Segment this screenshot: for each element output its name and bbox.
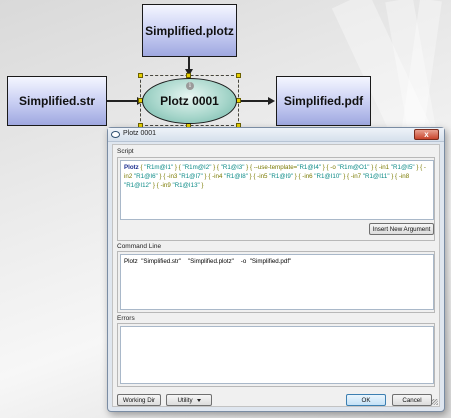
script-token: "R1@I12" — [124, 182, 152, 189]
node-simplified-pdf[interactable]: Simplified.pdf — [276, 76, 371, 126]
node-label: Plotz 0001 — [160, 94, 219, 108]
errors-field[interactable] — [120, 326, 434, 384]
script-token: "R1@I7" — [179, 173, 203, 180]
edge-left-to-center — [107, 100, 139, 102]
script-token: } — [199, 182, 204, 189]
resize-handle[interactable] — [236, 73, 241, 78]
dialog-client: Script Plotz { "R1m@I1" } { "R1m@I2" } {… — [112, 144, 440, 407]
script-token: } { -o — [321, 164, 338, 171]
resize-handle[interactable] — [138, 73, 143, 78]
script-token: "R1@I13" — [172, 182, 200, 189]
node-label: Simplified.plotz — [145, 23, 234, 38]
dialog-titlebar[interactable]: Plotz 0001 x — [108, 128, 444, 142]
working-dir-button[interactable]: Working Dir — [117, 394, 161, 406]
script-token: Plotz — [124, 164, 139, 171]
eye-icon — [111, 131, 120, 138]
script-token: "R1@I5" — [390, 164, 415, 171]
script-token: } { — [211, 164, 221, 171]
node-simplified-plotz[interactable]: Simplified.plotz — [142, 4, 237, 57]
script-token: "R1@I4" — [297, 164, 321, 171]
command-line-label: Command Line — [117, 243, 162, 250]
utility-dropdown[interactable]: Utility — [166, 394, 212, 406]
script-token: "R1@I6" — [133, 173, 158, 180]
script-token: } { --use-template= — [244, 164, 298, 171]
script-token: } { -in7 — [341, 173, 363, 180]
script-token: } { -in8 — [389, 173, 410, 180]
cancel-label: Cancel — [402, 396, 422, 404]
script-label: Script — [117, 148, 134, 155]
plotz-dialog: Plotz 0001 x Script Plotz { "R1m@I1" } {… — [107, 127, 445, 412]
script-token: "R1m@I2" — [182, 164, 212, 171]
utility-label: Utility — [177, 396, 193, 404]
working-dir-label: Working Dir — [122, 396, 156, 404]
script-token: "R1m@I1" — [144, 164, 174, 171]
script-token: "R1@I11" — [362, 173, 390, 180]
chevron-down-icon — [196, 398, 201, 402]
dialog-title: Plotz 0001 — [123, 130, 157, 137]
script-token: } { -in5 — [247, 173, 270, 180]
script-token: "R1@I3" — [220, 164, 245, 171]
script-token: "R1m@O1" — [337, 164, 370, 171]
ok-button[interactable]: OK — [346, 394, 386, 406]
script-token: "R1@I10" — [314, 173, 342, 180]
script-token: } { -in3 — [157, 173, 180, 180]
script-token: } { — [173, 164, 183, 171]
script-token: } { -in1 — [369, 164, 391, 171]
edge-center-to-right — [236, 100, 270, 102]
close-button[interactable]: x — [414, 129, 439, 140]
script-token: "R1@I9" — [269, 173, 293, 180]
script-editor[interactable]: Plotz { "R1m@I1" } { "R1m@I2" } { "R1@I3… — [120, 160, 434, 220]
node-simplified-str[interactable]: Simplified.str — [7, 76, 107, 126]
script-token: } { -in6 — [292, 173, 315, 180]
command-line-field[interactable]: Plotz "Simplified.str" "Simplified.plotz… — [120, 254, 434, 310]
info-icon[interactable]: i — [186, 82, 194, 90]
ok-label: OK — [361, 396, 371, 404]
resize-grip[interactable] — [432, 399, 438, 405]
errors-label: Errors — [117, 315, 135, 322]
script-token: } { -in4 — [202, 173, 225, 180]
cancel-button[interactable]: Cancel — [392, 394, 432, 406]
script-token: "R1@I8" — [224, 173, 248, 180]
node-label: Simplified.pdf — [283, 94, 364, 108]
script-token: } { -in9 — [151, 182, 173, 189]
node-label: Simplified.str — [18, 94, 95, 108]
arrowhead-right — [268, 97, 275, 105]
insert-new-argument-button[interactable]: Insert New Argument — [369, 223, 434, 235]
